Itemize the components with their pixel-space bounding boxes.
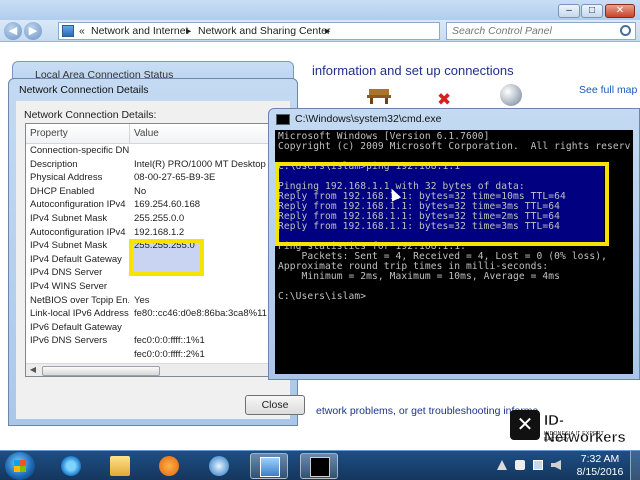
details-row-value[interactable]: fec0:0:0:ffff::2%1 [134,349,283,360]
connection-broken-icon[interactable]: ✖ [437,90,451,110]
page-heading: information and set up connections [312,63,514,78]
logo-mark-icon: ✕ [510,410,540,440]
taskbar-network-app[interactable] [200,453,238,479]
details-row-property[interactable]: IPv4 Default Gateway [30,254,129,265]
column-divider[interactable] [129,124,130,144]
console-line: C:\Users\islam> [278,291,367,302]
details-row-value[interactable]: No [134,186,283,197]
taskbar-file-explorer[interactable] [101,453,139,479]
network-tray-icon[interactable] [533,460,543,470]
details-row-property[interactable]: Connection-specific DN... [30,145,129,156]
internet-explorer-icon [61,456,81,476]
details-row-property[interactable]: Physical Address [30,172,129,183]
close-button[interactable]: Close [245,395,305,415]
folder-icon [110,456,130,476]
clock-time[interactable]: 7:32 AM [575,453,625,465]
taskbar-media-player[interactable] [150,453,188,479]
show-hidden-icons-icon[interactable] [497,460,507,470]
taskbar-internet-explorer[interactable] [52,453,90,479]
window-title: Network Connection Details [19,84,149,96]
address-bar: ◀ ▶ « Network and Internet ▸ Network and… [0,20,640,42]
details-row-property[interactable]: Link-local IPv6 Address [30,308,129,319]
console-output[interactable]: Microsoft Windows [Version 6.1.7600] Copy… [275,130,633,374]
command-prompt-window: C:\Windows\system32\cmd.exe Microsoft Wi… [268,108,640,380]
back-button[interactable]: ◀ [4,22,22,40]
details-row-property[interactable]: IPv4 Subnet Mask [30,213,129,224]
maximize-button[interactable]: □ [581,4,603,18]
breadcrumb-network-sharing-center[interactable]: Network and Sharing Center [198,25,331,37]
breadcrumb-network-internet[interactable]: Network and Internet [91,25,188,37]
network-app-icon [209,456,229,476]
details-row-property[interactable]: Autoconfiguration IPv4 ... [30,199,129,210]
id-networkers-logo: ✕ ID-Networkers INDONESIA IT EXPERT FACT… [510,410,628,446]
details-row-value[interactable]: Yes [134,295,283,306]
media-player-icon [159,456,179,476]
breadcrumb-separator[interactable]: ▸ [186,25,191,37]
search-icon[interactable] [620,25,631,36]
internet-globe-icon [500,84,522,106]
console-line: Copyright (c) 2009 Microsoft Corporation… [278,141,631,152]
troubleshoot-link[interactable]: etwork problems, or get troubleshooting … [316,405,538,417]
details-row-value[interactable]: Intel(R) PRO/1000 MT Desktop Ad [134,159,283,170]
show-desktop-button[interactable] [630,451,640,480]
details-row-value[interactable]: fe80::cc46:d0e8:86ba:3ca8%11 [134,308,283,319]
start-button[interactable] [5,452,35,480]
column-header-value[interactable]: Value [134,128,159,139]
details-label: Network Connection Details: [24,109,157,121]
details-row-property[interactable]: IPv4 WINS Server [30,281,129,292]
details-row-property[interactable]: IPv4 Subnet Mask [30,240,129,251]
taskbar: 7:32 AM 8/15/2016 [0,450,640,480]
close-window-button[interactable]: ✕ [605,4,635,18]
scrollbar-thumb[interactable] [42,366,160,376]
details-row-property[interactable]: IPv4 DNS Server [30,267,129,278]
details-list[interactable]: Property Value Connection-specific DN...… [25,123,284,377]
details-row-property[interactable]: Description [30,159,129,170]
taskbar-control-panel[interactable] [250,453,288,479]
annotation-highlight-box [275,162,609,246]
list-header: Property Value [26,124,283,144]
forward-button[interactable]: ▶ [24,22,42,40]
breadcrumb-separator: « [79,25,85,37]
details-row-property[interactable]: IPv6 Default Gateway [30,322,129,333]
taskbar-command-prompt[interactable] [300,453,338,479]
clock-date[interactable]: 8/15/2016 [570,466,630,478]
network-bench-icon [367,89,391,104]
breadcrumb-separator[interactable]: ▸ [325,25,330,37]
details-row-value[interactable]: 169.254.60.168 [134,199,283,210]
annotation-highlight-box [129,239,204,276]
console-line: Minimum = 2ms, Maximum = 10ms, Average =… [278,271,561,282]
action-center-flag-icon[interactable] [515,460,525,470]
details-row-property[interactable]: DHCP Enabled [30,186,129,197]
explorer-titlebar: – □ ✕ [0,0,640,20]
column-header-property[interactable]: Property [30,128,68,139]
details-row-value[interactable]: 192.168.1.2 [134,227,283,238]
minimize-button[interactable]: – [558,4,580,18]
network-connection-details-window: Network Connection Details Network Conne… [8,78,305,426]
scroll-left-arrow-icon[interactable]: ◀ [26,365,40,376]
horizontal-scrollbar[interactable]: ◀ ▶ [26,363,283,376]
see-full-map-link[interactable]: See full map [579,84,637,96]
cmd-icon [310,457,330,477]
details-row-value[interactable]: 08-00-27-65-B9-3E [134,172,283,183]
details-row-value[interactable]: fec0:0:0:ffff::1%1 [134,335,283,346]
search-placeholder: Search Control Panel [452,25,552,37]
volume-icon[interactable] [551,460,561,470]
breadcrumb[interactable]: « Network and Internet ▸ Network and Sha… [58,22,440,40]
details-row-property[interactable]: NetBIOS over Tcpip En... [30,295,129,306]
window-title: C:\Windows\system32\cmd.exe [295,113,442,125]
search-input[interactable]: Search Control Panel [446,22,636,40]
cmd-icon [276,114,290,125]
details-row-value[interactable]: 255.255.0.0 [134,213,283,224]
details-row-property[interactable]: Autoconfiguration IPv4 ... [30,227,129,238]
control-panel-icon [260,457,280,477]
control-panel-icon [62,25,74,37]
details-row-property[interactable]: IPv6 DNS Servers [30,335,129,346]
logo-tagline: INDONESIA IT EXPERT FACTORY [544,431,604,443]
dialog-body: Network Connection Details: Property Val… [16,101,305,419]
